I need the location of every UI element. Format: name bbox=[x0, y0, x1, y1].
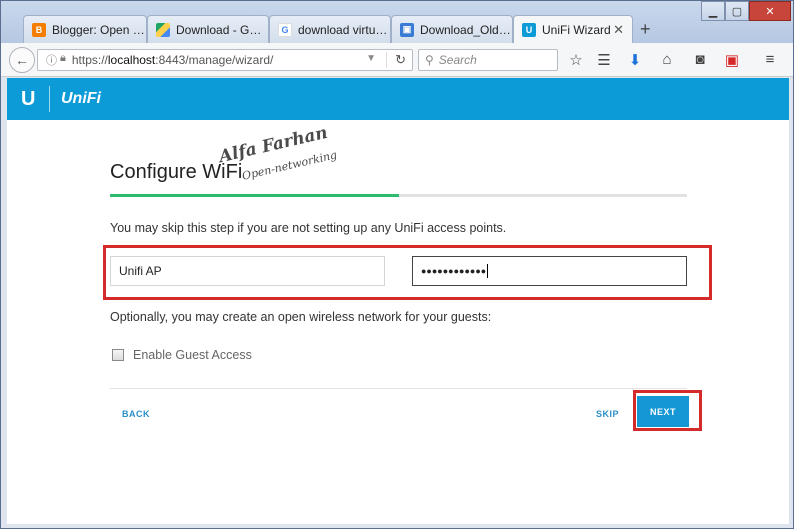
page-title: Configure WiFi bbox=[110, 161, 243, 183]
download-icon[interactable]: ⬇ bbox=[625, 51, 645, 69]
url-dropdown-icon[interactable]: ▼ bbox=[366, 53, 376, 64]
search-bar[interactable]: ⚲ Search bbox=[418, 49, 558, 71]
tab-download-old[interactable]: ▣ Download_Old_... bbox=[391, 15, 513, 43]
search-icon: ⚲ bbox=[425, 53, 434, 67]
skip-note: You may skip this step if you are not se… bbox=[110, 221, 507, 235]
ssid-value: Unifi AP bbox=[119, 264, 162, 278]
tab-strip: B Blogger: Open N... Download - Goo... G… bbox=[1, 1, 793, 44]
insecure-lock-icon[interactable]: 🔒︎ bbox=[60, 52, 66, 68]
header-divider bbox=[49, 86, 50, 112]
page-content: U UniFi Alfa Farhan Open-networking Conf… bbox=[7, 78, 789, 524]
guest-access-checkbox[interactable] bbox=[112, 349, 124, 361]
minimize-button[interactable]: ▁ bbox=[701, 1, 725, 21]
password-value: ●●●●●●●●●●●● bbox=[421, 266, 487, 276]
unifi-header: U UniFi bbox=[7, 78, 789, 120]
password-input[interactable]: ●●●●●●●●●●●● bbox=[412, 256, 687, 286]
back-button[interactable]: ← bbox=[9, 47, 35, 73]
url-scheme: https:// bbox=[71, 53, 108, 67]
url-host: localhost bbox=[107, 53, 156, 67]
google-icon: G bbox=[278, 22, 292, 37]
address-bar[interactable]: ⓘ 🔒︎ https://localhost:8443/manage/wizar… bbox=[37, 49, 413, 71]
text-caret bbox=[487, 264, 489, 278]
new-tab-button[interactable]: + bbox=[640, 19, 651, 40]
close-window-button[interactable]: ✕ bbox=[749, 1, 791, 21]
tab-label: Blogger: Open N... bbox=[52, 22, 146, 37]
tab-google-drive[interactable]: Download - Goo... bbox=[147, 15, 269, 43]
tab-blogger[interactable]: B Blogger: Open N... bbox=[23, 15, 147, 43]
wizard-progress-bar bbox=[110, 194, 687, 197]
google-drive-icon bbox=[156, 22, 170, 37]
search-placeholder: Search bbox=[438, 53, 477, 67]
home-icon[interactable]: ⌂ bbox=[657, 51, 677, 68]
tab-google-search[interactable]: G download virtua... bbox=[269, 15, 391, 43]
image-file-icon: ▣ bbox=[400, 22, 414, 37]
pocket-icon[interactable]: ◙ bbox=[690, 51, 710, 68]
next-button[interactable]: NEXT bbox=[637, 396, 689, 427]
tab-label: Download_Old_... bbox=[420, 22, 512, 37]
skip-button[interactable]: SKIP bbox=[596, 409, 619, 419]
navigation-bar: ← ⓘ 🔒︎ https://localhost:8443/manage/wiz… bbox=[1, 43, 793, 77]
brand-name: UniFi bbox=[61, 90, 101, 107]
guest-access-label: Enable Guest Access bbox=[133, 348, 252, 362]
browser-window: B Blogger: Open N... Download - Goo... G… bbox=[0, 0, 794, 529]
extension-icon[interactable]: ▣ bbox=[722, 51, 742, 69]
reading-list-icon[interactable]: ☰ bbox=[594, 51, 614, 69]
menu-icon[interactable]: ≡ bbox=[760, 51, 780, 68]
tab-label: Download - Goo... bbox=[176, 22, 268, 37]
tab-unifi-wizard[interactable]: U UniFi Wizard ✕ bbox=[513, 15, 633, 44]
wizard-progress-fill bbox=[110, 194, 399, 197]
tab-label: download virtua... bbox=[298, 22, 390, 37]
divider bbox=[110, 388, 687, 389]
ssid-input[interactable]: Unifi AP bbox=[110, 256, 385, 286]
url-path: :8443/manage/wizard/ bbox=[155, 53, 274, 67]
guest-access-row[interactable]: Enable Guest Access bbox=[112, 348, 252, 362]
tab-close-icon[interactable]: ✕ bbox=[613, 22, 624, 38]
tab-label: UniFi Wizard bbox=[542, 23, 611, 37]
blogger-icon: B bbox=[32, 22, 46, 37]
reload-icon[interactable]: ↻ bbox=[386, 52, 406, 68]
info-icon[interactable]: ⓘ bbox=[46, 52, 57, 68]
bookmark-star-icon[interactable]: ☆ bbox=[566, 51, 586, 69]
unifi-icon: U bbox=[522, 23, 536, 37]
optional-note: Optionally, you may create an open wirel… bbox=[110, 310, 492, 324]
back-button-link[interactable]: BACK bbox=[122, 409, 150, 419]
unifi-logo-icon: U bbox=[21, 88, 36, 110]
maximize-button[interactable]: ▢ bbox=[725, 1, 749, 21]
